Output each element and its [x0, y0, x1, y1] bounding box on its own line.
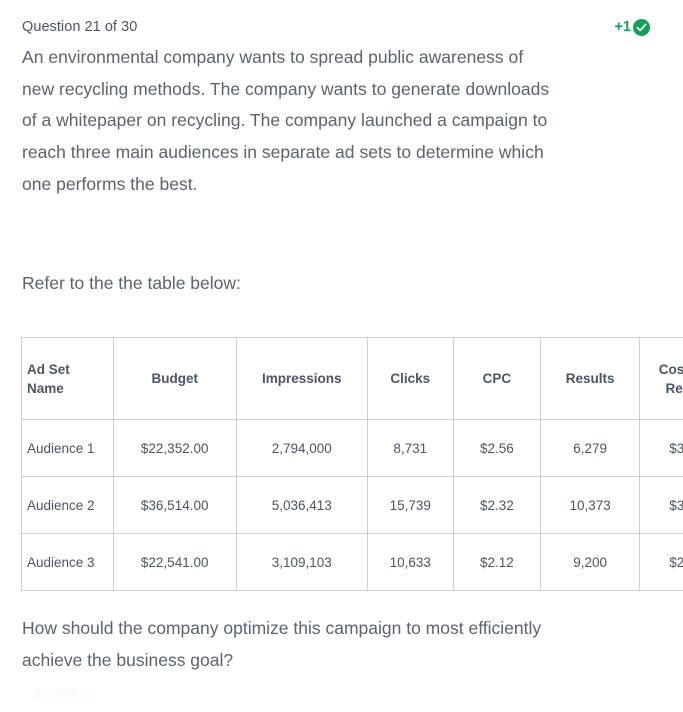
watermark-id: 4630520: [33, 686, 95, 703]
table-row: Audience 2 $36,514.00 5,036,413 15,739 $…: [21, 476, 683, 534]
column-header-ad-set-name: Ad Set Name: [21, 337, 114, 420]
cell-clicks: 8,731: [366, 419, 454, 477]
column-header-cpc: CPC: [452, 337, 542, 420]
metrics-table: Ad Set Name Budget Impressions Clicks CP…: [21, 337, 683, 591]
table-row: Audience 1 $22,352.00 2,794,000 8,731 $2…: [21, 419, 683, 477]
cell-impressions: 3,109,103: [235, 533, 368, 591]
cell-ad-set-name: Audience 1: [21, 419, 114, 477]
cell-clicks: 15,739: [366, 476, 454, 534]
question-header: Question 21 of 30 +1: [0, 14, 683, 40]
question-prompt-text: An environmental company wants to spread…: [22, 47, 550, 194]
cell-cost-per-result: $3.52: [639, 476, 683, 534]
cell-results: 6,279: [540, 419, 641, 477]
status-badge: +1: [614, 18, 650, 36]
cell-results: 9,200: [540, 533, 641, 591]
cell-cost-per-result: $2.45: [639, 533, 683, 591]
cell-cpc: $2.56: [452, 419, 542, 477]
cell-clicks: 10,633: [366, 533, 454, 591]
question-counter: Question 21 of 30: [22, 19, 138, 35]
cell-ad-set-name: Audience 3: [21, 533, 114, 591]
cell-cpc: $2.12: [452, 533, 542, 591]
prompt-block: An environmental company wants to spread…: [22, 42, 552, 201]
cell-ad-set-name: Audience 2: [21, 476, 114, 534]
cell-impressions: 5,036,413: [235, 476, 368, 534]
question-page: Question 21 of 30 +1 An environmental co…: [0, 0, 683, 712]
cell-impressions: 2,794,000: [235, 419, 368, 477]
column-header-results: Results: [540, 337, 641, 420]
cell-results: 10,373: [540, 476, 641, 534]
check-circle-icon: [633, 18, 650, 36]
refer-to-table-text: Refer to the the table below:: [22, 273, 241, 293]
table-header-row: Ad Set Name Budget Impressions Clicks CP…: [21, 337, 683, 420]
closing-question-text: How should the company optimize this cam…: [22, 618, 542, 670]
column-header-impressions: Impressions: [235, 337, 368, 420]
column-header-clicks: Clicks: [366, 337, 454, 420]
cell-budget: $36,514.00: [112, 476, 237, 534]
metrics-table-container: Ad Set Name Budget Impressions Clicks CP…: [21, 337, 683, 591]
column-header-budget: Budget: [112, 337, 237, 420]
table-row: Audience 3 $22,541.00 3,109,103 10,633 $…: [21, 533, 683, 591]
cell-budget: $22,352.00: [112, 419, 237, 477]
cell-cpc: $2.32: [452, 476, 542, 534]
score-value: +1: [614, 18, 631, 35]
cell-budget: $22,541.00: [112, 533, 237, 591]
column-header-cost-per-result: Cost per Result: [639, 337, 683, 420]
cell-cost-per-result: $3.56: [639, 419, 683, 477]
